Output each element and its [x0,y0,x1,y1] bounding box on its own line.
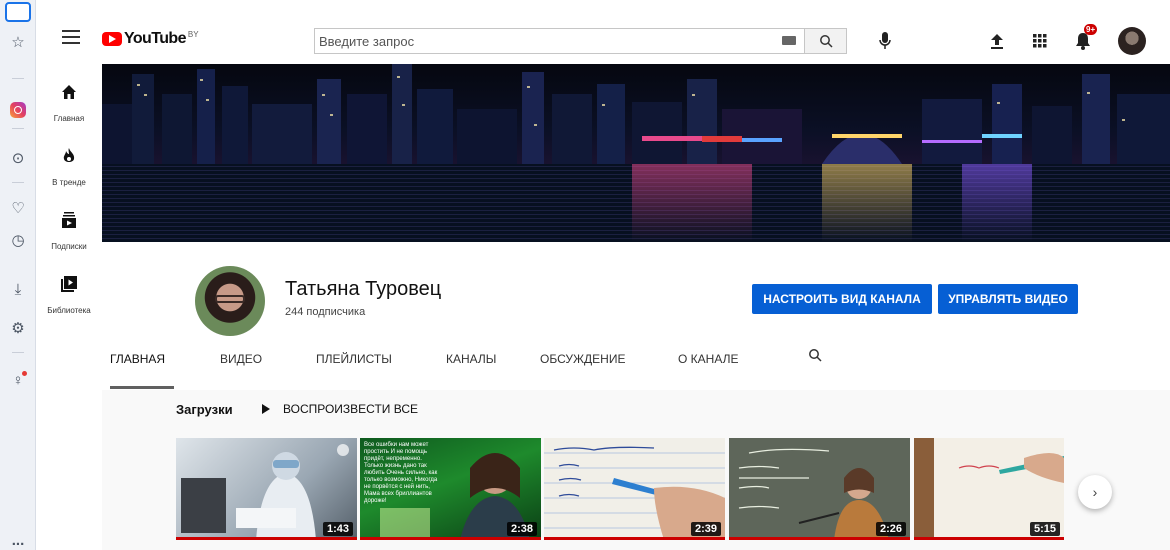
channel-avatar[interactable] [195,266,265,336]
shelf-next-button[interactable]: › [1078,475,1112,509]
hamburger-menu-icon[interactable] [62,30,80,44]
tab-channels[interactable]: КАНАЛЫ [446,352,496,366]
customize-channel-button[interactable]: НАСТРОИТЬ ВИД КАНАЛА [752,284,932,314]
subscriptions-icon [36,212,102,232]
channel-content: Загрузки ВОСПРОИЗВЕСТИ ВСЕ 1:43 Все ошиб… [102,390,1170,550]
play-all-button[interactable]: ВОСПРОИЗВЕСТИ ВСЕ [262,402,418,416]
guide-item-home[interactable]: Главная [36,84,102,126]
guide-item-library[interactable]: Библиотека [36,276,102,318]
lightbulb-icon[interactable]: ♀ [6,368,30,392]
history-icon[interactable]: ◷ [6,228,30,252]
shelf-title: Загрузки [176,402,233,417]
fire-icon [36,148,102,168]
guide-item-label: Главная [53,114,85,123]
guide-item-label: Подписки [51,242,87,251]
tab-videos[interactable]: ВИДЕО [220,352,262,366]
app-window: ☆ ⊙ ♡ ◷ ⤓ ⚙ ♀ ... YouTube BY Введите зап… [0,0,1170,550]
browser-home-icon[interactable] [5,2,31,22]
channel-banner-image [102,64,1170,242]
tab-about[interactable]: О КАНАЛЕ [678,352,738,366]
watch-progress-bar [176,537,357,540]
home-icon [36,84,102,104]
settings-icon[interactable]: ⚙ [6,316,30,340]
more-icon[interactable]: ... [6,528,30,550]
notifications-bell-icon[interactable]: 9+ [1072,24,1098,52]
video-thumbnail[interactable]: 5:15 [914,438,1064,540]
youtube-topbar: YouTube BY 9+ [36,0,1170,64]
light-reflection [962,164,1032,242]
search-icon [819,35,833,48]
watch-progress-bar [544,537,725,540]
sidebar-divider [12,352,24,353]
tab-discussion[interactable]: ОБСУЖДЕНИЕ [540,352,625,366]
tab-home[interactable]: ГЛАВНАЯ [110,352,165,366]
youtube-play-icon [102,32,122,46]
light-reflection [822,164,912,242]
video-thumbnail[interactable]: 2:26 [729,438,910,540]
sidebar-divider [12,128,24,129]
video-duration: 5:15 [1029,522,1060,536]
video-thumbnail[interactable]: 1:43 [176,438,357,540]
browser-sidebar: ☆ ⊙ ♡ ◷ ⤓ ⚙ ♀ ... [0,0,36,550]
guide-item-subscriptions[interactable]: Подписки [36,212,102,254]
play-circle-icon[interactable]: ⊙ [6,146,30,170]
mini-guide: Главная В тренде Подписки Библиотека [36,64,102,550]
channel-name: Татьяна Туровец [285,278,442,300]
upload-icon[interactable] [986,30,1008,52]
search-box [314,28,805,54]
video-duration: 2:39 [690,522,721,536]
sidebar-divider [12,78,24,79]
video-duration: 2:38 [506,522,537,536]
notifications-badge: 9+ [1084,24,1098,35]
guide-item-label: Библиотека [47,306,91,315]
star-icon[interactable]: ☆ [6,30,30,54]
chevron-right-icon: › [1092,484,1098,500]
video-duration: 1:43 [322,522,353,536]
watch-progress-bar [360,537,541,540]
guide-item-trending[interactable]: В тренде [36,148,102,190]
guide-item-label: В тренде [52,178,86,187]
library-icon [36,276,102,296]
sidebar-divider [12,182,24,183]
video-thumbnail[interactable]: 2:39 [544,438,725,540]
channel-search-icon[interactable] [808,348,822,365]
youtube-logo[interactable]: YouTube BY [102,30,199,48]
light-reflection [632,164,752,242]
instagram-icon[interactable] [6,98,30,122]
microphone-icon[interactable] [874,30,896,52]
search-input[interactable] [315,29,765,53]
subscriber-count: 244 подписчика [285,306,366,318]
play-icon [262,404,270,414]
account-avatar[interactable] [1118,27,1146,55]
watch-progress-bar [729,537,910,540]
channel-header: Татьяна Туровец 244 подписчика НАСТРОИТЬ… [102,242,1170,390]
heart-icon[interactable]: ♡ [6,196,30,220]
manage-videos-button[interactable]: УПРАВЛЯТЬ ВИДЕО [938,284,1078,314]
channel-tabs: ГЛАВНАЯ ВИДЕО ПЛЕЙЛИСТЫ КАНАЛЫ ОБСУЖДЕНИ… [102,342,1170,390]
city-skyline-image [102,64,1170,164]
country-code: BY [187,29,199,39]
download-icon[interactable]: ⤓ [6,277,30,301]
tab-playlists[interactable]: ПЛЕЙЛИСТЫ [316,352,392,366]
keyboard-icon[interactable] [782,36,796,45]
video-thumbnail[interactable]: Все ошибки нам может простить И не помощ… [360,438,541,540]
logo-text: YouTube [124,30,186,47]
search-button[interactable] [805,28,847,54]
watch-progress-bar [914,537,1064,540]
active-tab-indicator [110,386,174,389]
video-duration: 2:26 [875,522,906,536]
play-all-label: ВОСПРОИЗВЕСТИ ВСЕ [283,402,419,416]
apps-grid-icon[interactable] [1029,30,1051,52]
